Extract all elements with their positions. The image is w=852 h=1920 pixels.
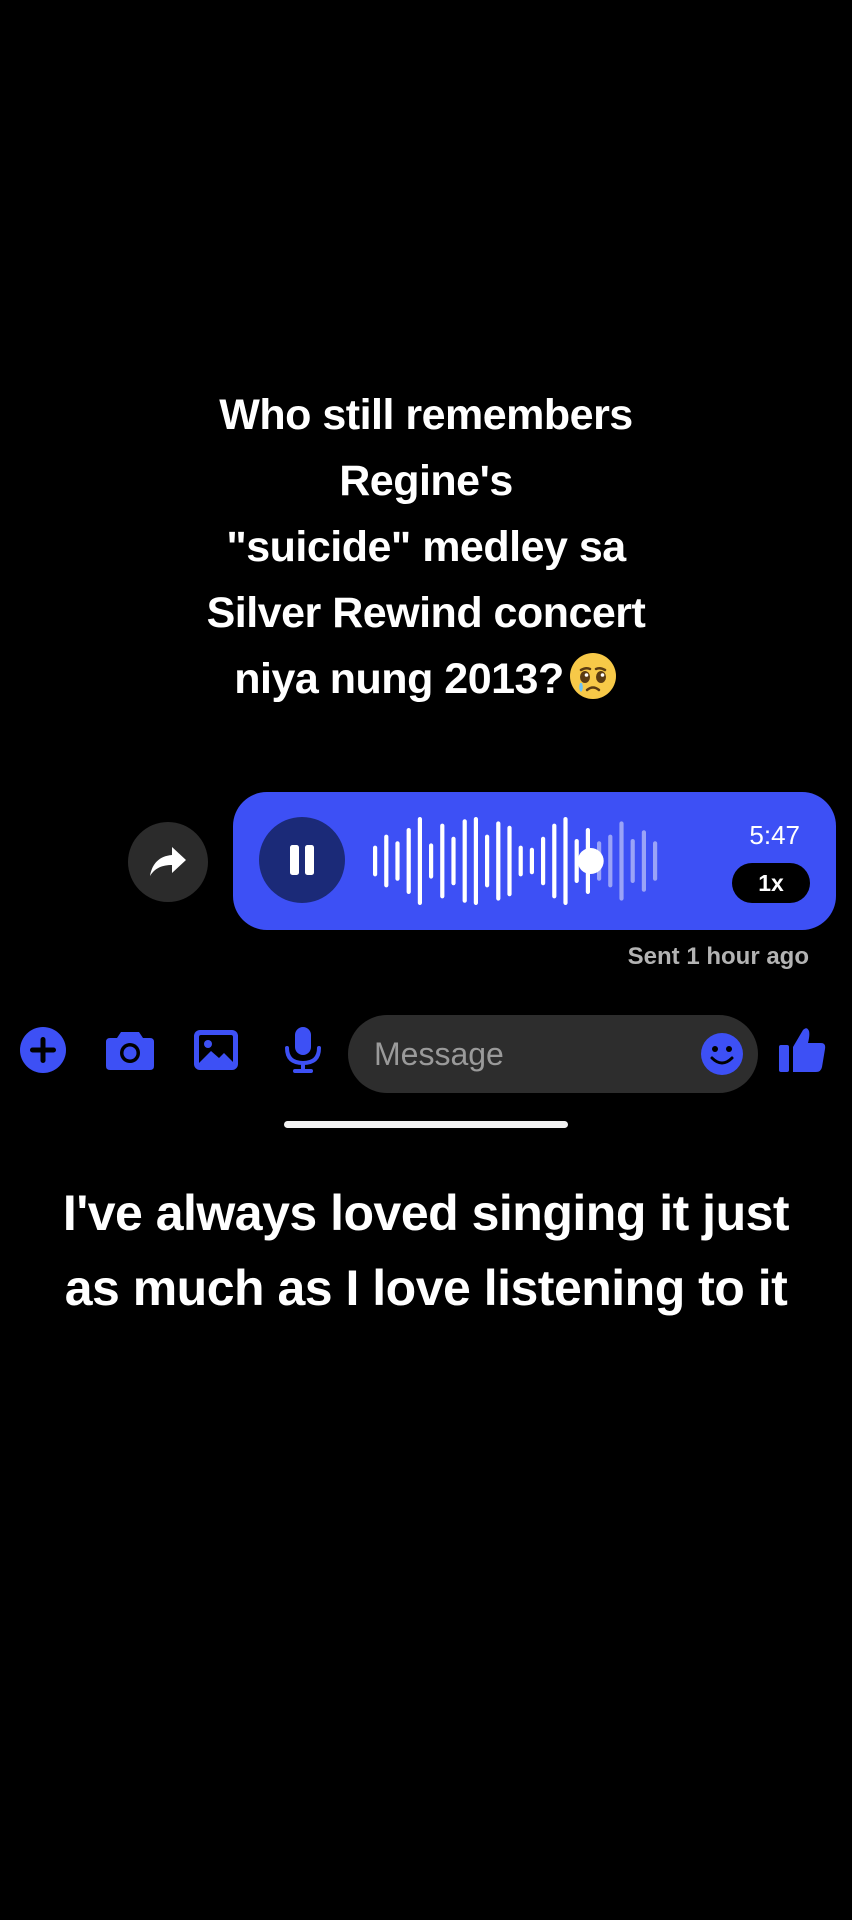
waveform-bar bbox=[608, 834, 613, 888]
pause-icon bbox=[290, 845, 314, 875]
waveform-bar bbox=[529, 847, 534, 875]
camera-button[interactable] bbox=[102, 1022, 158, 1078]
waveform-bar bbox=[417, 817, 422, 905]
waveform-bar bbox=[496, 821, 501, 901]
waveform-bar bbox=[630, 839, 635, 883]
voice-duration: 5:47 bbox=[749, 820, 800, 850]
caption-top-line: Silver Rewind concert bbox=[206, 589, 646, 637]
voice-record-button[interactable] bbox=[275, 1022, 331, 1078]
audio-waveform[interactable] bbox=[370, 812, 670, 910]
waveform-bar bbox=[507, 825, 512, 897]
waveform-bar bbox=[541, 836, 546, 886]
caption-top-line: "suicide" medley sa bbox=[226, 523, 626, 571]
waveform-bar bbox=[518, 845, 523, 877]
waveform-bar bbox=[619, 821, 624, 901]
waveform-bar bbox=[563, 817, 568, 905]
gallery-button[interactable] bbox=[188, 1022, 244, 1078]
waveform-bar bbox=[451, 836, 456, 886]
pause-button[interactable] bbox=[259, 817, 345, 903]
waveform-bar bbox=[429, 843, 434, 879]
voice-message-bubble[interactable]: 5:47 1x bbox=[233, 792, 836, 930]
add-button[interactable] bbox=[15, 1022, 71, 1078]
caption-top-line-last: niya nung 2013? bbox=[0, 646, 852, 712]
caption-bottom-line: I've always loved singing it just bbox=[62, 1185, 790, 1241]
forward-button[interactable] bbox=[128, 822, 208, 902]
playback-speed-button[interactable]: 1x bbox=[732, 863, 810, 903]
share-arrow-icon bbox=[150, 847, 186, 876]
caption-top-line: Regine's bbox=[339, 457, 513, 505]
waveform-bar bbox=[406, 828, 411, 894]
caption-top-line-text: niya nung 2013? bbox=[234, 655, 564, 703]
caption-top-line: Who still remembers bbox=[219, 391, 633, 439]
waveform-bar bbox=[384, 834, 389, 888]
waveform-bar bbox=[552, 823, 557, 899]
waveform-bar bbox=[653, 841, 658, 881]
crying-face-emoji-icon bbox=[569, 653, 616, 699]
home-indicator[interactable] bbox=[284, 1121, 568, 1128]
message-placeholder: Message bbox=[374, 1036, 504, 1072]
microphone-icon bbox=[285, 1027, 321, 1073]
waveform-bar bbox=[641, 830, 646, 892]
waveform-bar bbox=[473, 817, 478, 905]
caption-bottom-line: as much as I love listening to it bbox=[64, 1260, 788, 1316]
like-button[interactable] bbox=[774, 1022, 830, 1078]
thumbs-up-icon bbox=[779, 1028, 826, 1072]
waveform-bar bbox=[485, 834, 490, 888]
waveform-bar bbox=[373, 845, 378, 877]
sent-status: Sent 1 hour ago bbox=[627, 943, 809, 970]
waveform-bar bbox=[395, 841, 400, 881]
playback-scrubber[interactable] bbox=[577, 848, 604, 874]
message-input[interactable]: Message bbox=[348, 1015, 758, 1093]
emoji-icon[interactable] bbox=[700, 1032, 744, 1076]
waveform-bar bbox=[462, 819, 467, 903]
caption-bottom: I've always loved singing it just as muc… bbox=[0, 1176, 852, 1326]
plus-icon bbox=[20, 1027, 66, 1073]
waveform-bar bbox=[440, 823, 445, 899]
caption-top: Who still remembers Regine's "suicide" m… bbox=[0, 382, 852, 712]
camera-icon bbox=[106, 1032, 154, 1070]
image-icon bbox=[194, 1030, 238, 1070]
